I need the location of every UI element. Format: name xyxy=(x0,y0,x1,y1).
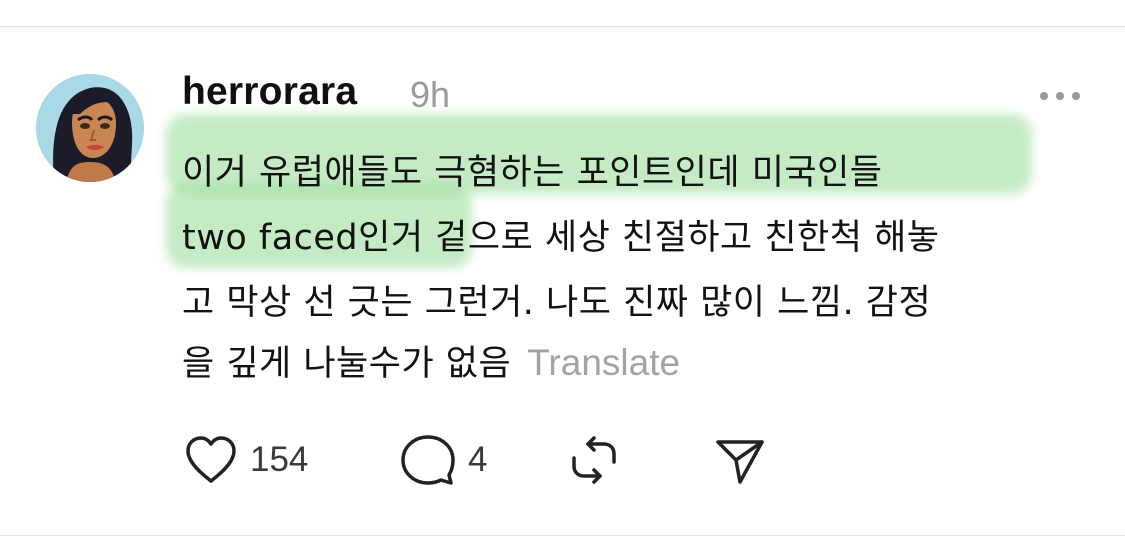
comment-icon xyxy=(401,435,455,485)
repost-icon xyxy=(572,436,616,484)
like-button[interactable]: 154 xyxy=(184,432,308,488)
post-text-line: 고 막상 선 긋는 그런거. 나도 진짜 많이 느낌. 감정 xyxy=(182,283,932,323)
timestamp: 9h xyxy=(410,74,451,115)
username[interactable]: herrorara xyxy=(182,70,357,114)
post-text-line-last: 을 깊게 나눌수가 없음 Translate xyxy=(182,335,680,386)
share-button[interactable] xyxy=(712,432,768,488)
post-text: 을 깊게 나눌수가 없음 xyxy=(182,344,512,384)
more-dot xyxy=(1072,92,1080,100)
like-count: 154 xyxy=(250,440,309,479)
reply-count: 4 xyxy=(468,440,488,479)
bottom-divider xyxy=(0,535,1125,536)
avatar[interactable] xyxy=(36,74,144,182)
more-dot xyxy=(1056,92,1064,100)
translate-link[interactable]: Translate xyxy=(527,342,680,383)
reply-button[interactable]: 4 xyxy=(400,432,487,488)
post-text-line: two faced인거 겉으로 세상 친절하고 친한척 해놓 xyxy=(182,218,940,258)
more-icon[interactable] xyxy=(1036,84,1084,108)
top-divider xyxy=(0,26,1125,27)
repost-button[interactable] xyxy=(566,432,622,488)
heart-icon xyxy=(186,436,236,483)
more-dot xyxy=(1040,92,1048,100)
share-icon xyxy=(716,440,764,484)
post-text-line: 이거 유럽애들도 극혐하는 포인트인데 미국인들 xyxy=(182,153,883,193)
